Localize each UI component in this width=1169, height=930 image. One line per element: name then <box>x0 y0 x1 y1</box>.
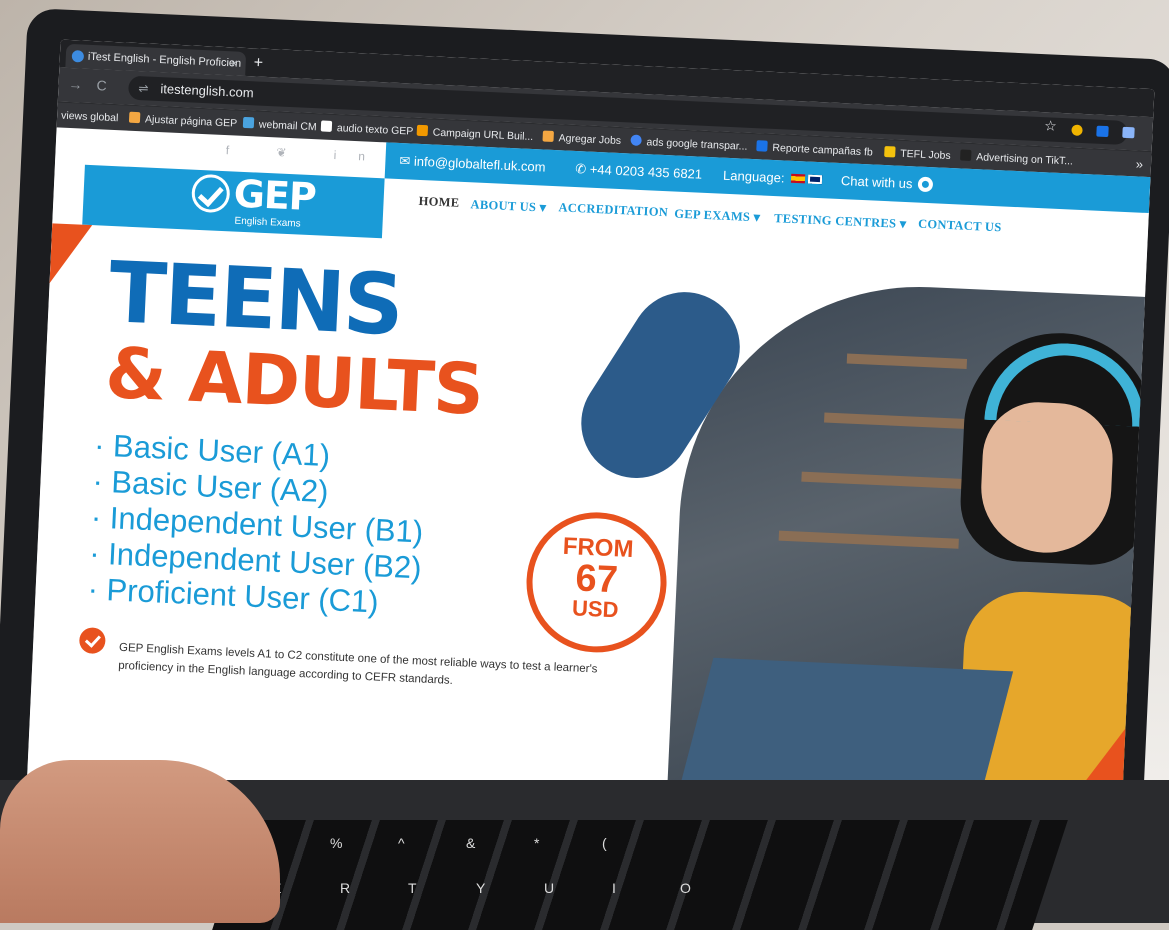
stair-step <box>824 412 965 429</box>
laptop-bezel: iTest English - English Proficien × + → … <box>0 8 1169 890</box>
badge-amount: 67 <box>574 557 619 602</box>
whatsapp-icon <box>917 176 933 193</box>
chat-link[interactable]: Chat with us <box>840 163 933 203</box>
search-icon[interactable] <box>1121 223 1137 239</box>
spain-flag-icon <box>790 173 806 184</box>
key-label: ( <box>602 835 607 851</box>
nav-gep-exams[interactable]: GEP EXAMS ▾ <box>674 206 761 226</box>
laptop-screen: iTest English - English Proficien × + → … <box>25 39 1155 859</box>
bookmark-favicon-icon <box>128 111 141 124</box>
price-badge: FROM 67 USD <box>523 509 670 656</box>
bookmark-favicon-icon <box>242 116 255 129</box>
key-label: R <box>340 880 351 896</box>
key-label: * <box>534 835 540 851</box>
bookmark-favicon-icon <box>320 120 333 132</box>
logo-subtitle: English Exams <box>234 215 301 230</box>
website: f ❦ in ✉ info@globaltefl.uk.com ✆ +44 02… <box>25 127 1155 859</box>
key-label: U <box>544 880 555 896</box>
extension-icon[interactable] <box>1096 125 1109 138</box>
check-icon <box>78 626 106 655</box>
key-label: O <box>680 880 691 896</box>
nav-contact[interactable]: CONTACT US <box>918 217 1002 236</box>
uk-flag-icon <box>807 174 823 185</box>
language-selector[interactable]: Language: <box>722 158 823 198</box>
description-text: GEP English Exams levels A1 to C2 consti… <box>118 641 598 687</box>
nav-testing-centres[interactable]: TESTING CENTRES ▾ <box>774 210 907 232</box>
badge-currency: USD <box>571 595 620 623</box>
key-label: % <box>330 835 343 851</box>
reload-icon[interactable]: C <box>96 77 107 93</box>
new-tab-button[interactable]: + <box>253 52 263 74</box>
bookmark-favicon-icon <box>884 146 896 158</box>
levels-list: · Basic User (A1) · Basic User (A2) · In… <box>87 427 427 622</box>
stair-step <box>801 471 962 489</box>
nav-accreditation[interactable]: ACCREDITATION <box>558 200 668 220</box>
key-label: ^ <box>398 835 405 851</box>
nav-home[interactable]: HOME <box>418 194 459 211</box>
nav-about[interactable]: ABOUT US ▾ <box>470 196 546 215</box>
url-text: itestenglish.com <box>160 81 254 101</box>
bookmark-favicon-icon <box>756 140 768 152</box>
site-favicon-icon <box>71 50 85 63</box>
key-label: I <box>612 880 616 896</box>
logo-check-icon <box>190 173 231 214</box>
extension-icon[interactable] <box>1122 126 1135 139</box>
key-label: Y <box>476 880 486 896</box>
bookmark-favicon-icon <box>416 124 429 137</box>
phone-link[interactable]: ✆ +44 0203 435 6821 <box>574 151 702 193</box>
orange-corner-shape <box>49 223 93 286</box>
bookmark-star-icon[interactable]: ☆ <box>1044 117 1057 135</box>
social-links[interactable]: f ❦ in <box>225 143 387 164</box>
site-settings-icon[interactable]: ⇌ <box>138 76 149 100</box>
headline-adults: & ADULTS <box>103 331 485 431</box>
headline-teens: TEENS <box>106 243 404 355</box>
key-label: T <box>408 880 417 896</box>
stair-step <box>846 353 968 369</box>
stair-step <box>778 530 959 549</box>
forward-arrow-icon[interactable]: → <box>68 76 83 93</box>
bookmark-favicon-icon <box>542 130 554 142</box>
bookmarks-overflow-icon[interactable]: » <box>1135 151 1143 177</box>
bookmark-item[interactable]: views global <box>61 103 119 132</box>
key-label: & <box>466 835 476 851</box>
bookmark-favicon-icon <box>960 149 972 161</box>
bookmark-favicon-icon <box>630 134 642 146</box>
tab-close-icon[interactable]: × <box>230 51 238 75</box>
site-logo[interactable]: GEP English Exams <box>82 164 385 239</box>
logo-text: GEP <box>232 171 317 220</box>
email-link[interactable]: ✉ info@globaltefl.uk.com <box>399 143 547 186</box>
tab-title: iTest English - English Proficien <box>87 50 242 70</box>
